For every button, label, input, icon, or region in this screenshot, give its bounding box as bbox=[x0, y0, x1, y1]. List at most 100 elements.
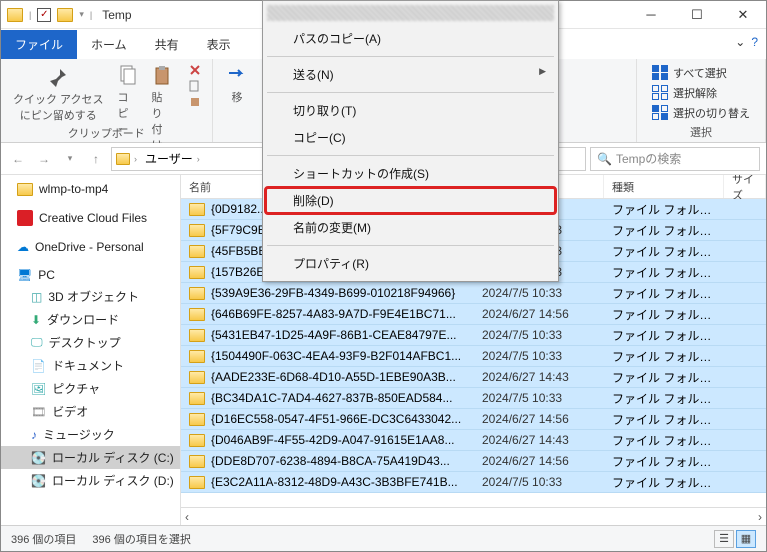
close-button[interactable]: ✕ bbox=[720, 1, 766, 29]
maximize-button[interactable]: ☐ bbox=[674, 1, 720, 29]
tab-file[interactable]: ファイル bbox=[1, 30, 77, 59]
tab-share[interactable]: 共有 bbox=[141, 30, 193, 59]
file-type: ファイル フォルダー bbox=[604, 369, 724, 386]
file-date: 2024/7/5 10:33 bbox=[474, 328, 604, 342]
table-row[interactable]: {539A9E36-29FB-4349-B699-010218F94966} 20… bbox=[181, 283, 766, 304]
folder-icon bbox=[189, 245, 205, 258]
tree-desktop[interactable]: 🖵デスクトップ bbox=[1, 331, 180, 354]
table-row[interactable]: {D046AB9F-4F55-42D9-A047-91615E1AA8...20… bbox=[181, 430, 766, 451]
ctx-send-to[interactable]: 送る(N) bbox=[265, 61, 556, 88]
table-row[interactable]: {646B69FE-8257-4A83-9A7D-F9E4E1BC71...20… bbox=[181, 304, 766, 325]
breadcrumb-item: ユーザー› bbox=[141, 150, 204, 167]
help-icon[interactable]: ? bbox=[751, 35, 758, 49]
file-name: {539A9E36-29FB-4349-B699-010218F94966} bbox=[211, 286, 455, 300]
tree-wlmp[interactable]: wlmp-to-mp4 bbox=[1, 179, 180, 199]
ctx-cut[interactable]: 切り取り(T) bbox=[265, 97, 556, 124]
tree-music[interactable]: ♪ミュージック bbox=[1, 423, 180, 446]
tree-pictures[interactable]: 🖼ピクチャ bbox=[1, 377, 180, 400]
table-row[interactable]: {E3C2A11A-8312-48D9-A43C-3B3BFE741B... 20… bbox=[181, 472, 766, 493]
file-date: 2024/6/27 14:56 bbox=[474, 307, 604, 321]
file-type: ファイル フォルダー bbox=[604, 201, 724, 218]
context-menu: パスのコピー(A) 送る(N) 切り取り(T) コピー(C) ショートカットの作… bbox=[262, 0, 559, 282]
tree-disk-d[interactable]: 💽ローカル ディスク (D:) bbox=[1, 469, 180, 492]
table-row[interactable]: {5431EB47-1D25-4A9F-86B1-CEAE84797E... 20… bbox=[181, 325, 766, 346]
file-name: {1504490F-063C-4EA4-93F9-B2F014AFBC1... bbox=[211, 349, 461, 363]
tree-onedrive[interactable]: ☁OneDrive - Personal bbox=[1, 237, 180, 257]
select-none-button[interactable]: 選択解除 bbox=[652, 85, 750, 101]
table-row[interactable]: {AADE233E-6D68-4D10-A55D-1EBE90A3B... 202… bbox=[181, 367, 766, 388]
file-type: ファイル フォルダー bbox=[604, 474, 724, 491]
folder-icon bbox=[189, 413, 205, 426]
file-type: ファイル フォルダー bbox=[604, 432, 724, 449]
col-size[interactable]: サイズ bbox=[724, 175, 766, 198]
minimize-button[interactable]: ─ bbox=[628, 1, 674, 29]
tree-downloads[interactable]: ⬇ダウンロード bbox=[1, 308, 180, 331]
folder-icon bbox=[189, 308, 205, 321]
forward-button[interactable]: → bbox=[33, 148, 55, 170]
ctx-path-copy[interactable]: パスのコピー(A) bbox=[265, 25, 556, 52]
file-name: {D16EC558-0547-4F51-966E-DC3C6433042... bbox=[211, 412, 461, 426]
file-type: ファイル フォルダー bbox=[604, 243, 724, 260]
nav-tree[interactable]: wlmp-to-mp4 Creative Cloud Files ☁OneDri… bbox=[1, 175, 181, 525]
statusbar: 396 個の項目 396 個の項目を選択 ☰ ▦ bbox=[1, 525, 766, 551]
table-row[interactable]: {D16EC558-0547-4F51-966E-DC3C6433042... 2… bbox=[181, 409, 766, 430]
file-type: ファイル フォルダー bbox=[604, 411, 724, 428]
file-date: 2024/6/27 14:56 bbox=[474, 412, 604, 426]
scrollbar-h[interactable]: ‹› bbox=[181, 507, 766, 525]
file-type: ファイル フォルダー bbox=[604, 453, 724, 470]
ctx-rename[interactable]: 名前の変更(M) bbox=[265, 214, 556, 241]
ctx-create-shortcut[interactable]: ショートカットの作成(S) bbox=[265, 160, 556, 187]
qat-check-icon[interactable]: ✓ bbox=[37, 8, 51, 22]
tree-3d[interactable]: ◫3D オブジェクト bbox=[1, 285, 180, 308]
search-input[interactable]: 🔍Tempの検索 bbox=[590, 147, 760, 171]
invert-selection-button[interactable]: 選択の切り替え bbox=[652, 105, 750, 121]
folder-icon bbox=[189, 329, 205, 342]
file-name: {5431EB47-1D25-4A9F-86B1-CEAE84797E... bbox=[211, 328, 457, 342]
file-date: 2024/6/27 14:43 bbox=[474, 433, 604, 447]
tree-ccf[interactable]: Creative Cloud Files bbox=[1, 207, 180, 229]
folder-icon bbox=[189, 371, 205, 384]
back-button[interactable]: ← bbox=[7, 148, 29, 170]
qat-sep: | bbox=[29, 10, 31, 20]
tab-view[interactable]: 表示 bbox=[193, 30, 245, 59]
file-name: {E3C2A11A-8312-48D9-A43C-3B3BFE741B... bbox=[211, 475, 458, 489]
ctx-copy[interactable]: コピー(C) bbox=[265, 124, 556, 151]
recent-chevron-icon[interactable]: ▾ bbox=[59, 148, 81, 170]
tree-pc[interactable]: 🖥PC bbox=[1, 265, 180, 285]
file-date: 2024/7/5 10:33 bbox=[474, 286, 604, 300]
table-row[interactable]: {1504490F-063C-4EA4-93F9-B2F014AFBC1...2… bbox=[181, 346, 766, 367]
up-button[interactable]: ↑ bbox=[85, 148, 107, 170]
clipboard-group-label: クリップボード bbox=[68, 123, 145, 141]
move-to-button[interactable]: 移 bbox=[225, 63, 249, 107]
tree-videos[interactable]: 🎞ビデオ bbox=[1, 400, 180, 423]
folder-icon bbox=[189, 203, 205, 216]
view-icons-button[interactable]: ▦ bbox=[736, 530, 756, 548]
selected-count: 396 個の項目を選択 bbox=[92, 531, 190, 547]
folder-icon-2 bbox=[57, 8, 73, 22]
file-name: {DDE8D707-6238-4894-B8CA-75A419D43... bbox=[211, 454, 450, 468]
paste-shortcut-icon[interactable] bbox=[188, 95, 202, 109]
file-date: 2024/7/5 10:33 bbox=[474, 475, 604, 489]
ribbon-chevron-icon[interactable]: ⌄ bbox=[735, 35, 745, 49]
ctx-delete[interactable]: 削除(D) bbox=[265, 187, 556, 214]
qat-chevron-icon[interactable]: ▾ bbox=[79, 9, 84, 20]
select-group-label: 選択 bbox=[690, 122, 712, 140]
tab-home[interactable]: ホーム bbox=[77, 30, 141, 59]
file-name: {AADE233E-6D68-4D10-A55D-1EBE90A3B... bbox=[211, 370, 456, 384]
view-details-button[interactable]: ☰ bbox=[714, 530, 734, 548]
select-all-button[interactable]: すべて選択 bbox=[652, 65, 750, 81]
ctx-properties[interactable]: プロパティ(R) bbox=[265, 250, 556, 277]
cut-icon[interactable] bbox=[188, 63, 202, 77]
pin-quick-access-button[interactable]: クイック アクセス にピン留めする bbox=[11, 63, 106, 125]
table-row[interactable]: {BC34DA1C-7AD4-4627-837B-850EAD584...202… bbox=[181, 388, 766, 409]
file-type: ファイル フォルダー bbox=[604, 306, 724, 323]
file-date: 2024/6/27 14:43 bbox=[474, 370, 604, 384]
folder-icon bbox=[189, 434, 205, 447]
tree-documents[interactable]: 📄ドキュメント bbox=[1, 354, 180, 377]
folder-icon bbox=[189, 350, 205, 363]
table-row[interactable]: {DDE8D707-6238-4894-B8CA-75A419D43...202… bbox=[181, 451, 766, 472]
col-type[interactable]: 種類 bbox=[604, 175, 724, 198]
copy-path-icon[interactable] bbox=[188, 79, 202, 93]
paste-button[interactable]: 貼り付け bbox=[150, 63, 174, 155]
tree-disk-c[interactable]: 💽ローカル ディスク (C:) bbox=[1, 446, 180, 469]
